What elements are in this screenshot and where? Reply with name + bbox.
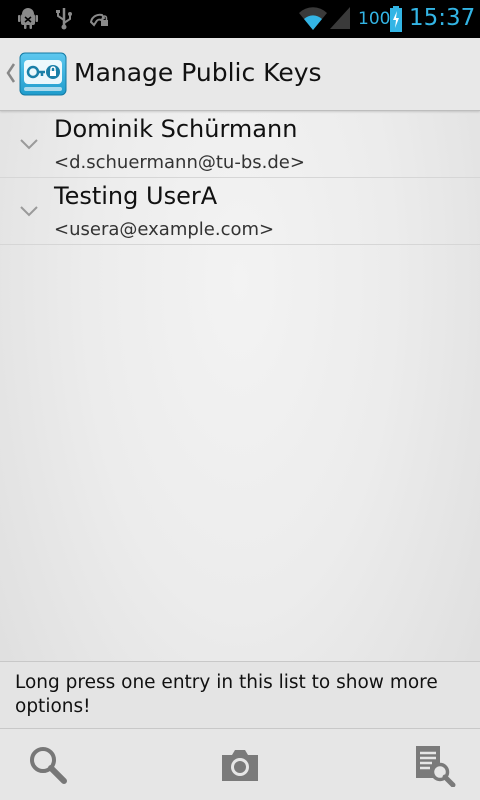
page-title: Manage Public Keys: [74, 58, 322, 87]
list-item[interactable]: Testing UserA <usera@example.com>: [0, 178, 480, 245]
android-debug-icon: [18, 8, 38, 29]
hint-text: Long press one entry in this list to sho…: [15, 672, 438, 717]
wifi-icon: [299, 7, 327, 30]
action-bar: Manage Public Keys: [0, 38, 480, 111]
chevron-left-icon[interactable]: [6, 62, 16, 84]
status-bar: 100 15:37: [0, 0, 480, 38]
list-item[interactable]: Dominik Schürmann <d.schuermann@tu-bs.de…: [0, 111, 480, 178]
key-email: <usera@example.com>: [54, 219, 275, 240]
key-name: Dominik Schürmann: [54, 115, 298, 143]
keys-app-icon[interactable]: [19, 52, 67, 96]
hint-panel: Long press one entry in this list to sho…: [0, 661, 480, 729]
battery-percent: 100: [358, 9, 391, 29]
key-list: Dominik Schürmann <d.schuermann@tu-bs.de…: [0, 111, 480, 245]
chevron-down-icon[interactable]: [19, 138, 39, 150]
key-name: Testing UserA: [54, 182, 218, 210]
signal-icon: [330, 7, 350, 29]
battery-charging-icon: [390, 6, 402, 32]
clock: 15:37: [409, 5, 476, 31]
bottom-action-bar: [0, 729, 480, 800]
usb-icon: [56, 8, 72, 30]
key-email: <d.schuermann@tu-bs.de>: [54, 152, 305, 173]
missed-call-icon: [89, 13, 108, 27]
chevron-down-icon[interactable]: [19, 205, 39, 217]
key-search-icon[interactable]: [412, 743, 456, 787]
camera-icon[interactable]: [218, 743, 262, 787]
search-icon[interactable]: [26, 743, 70, 787]
